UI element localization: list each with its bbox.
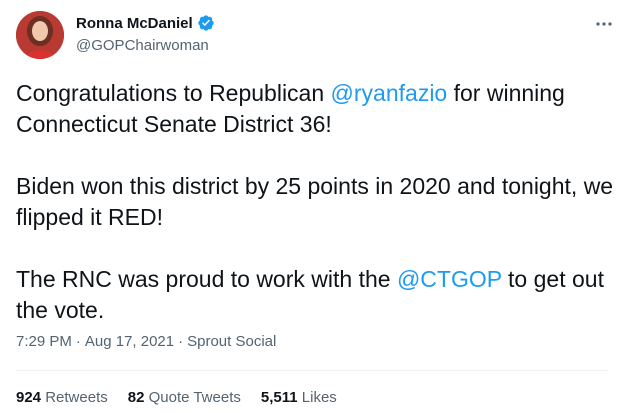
avatar[interactable] [16,11,64,59]
author-name-row: Ronna McDaniel [76,14,215,32]
tweet-paragraph: The RNC was proud to work with the @CTGO… [16,264,616,326]
profile-photo-icon [16,11,64,59]
tweet-paragraph: Biden won this district by 25 points in … [16,171,616,233]
tweet-text-segment: Congratulations to Republican [16,80,331,106]
tweet-text-segment: Biden won this district by 25 points in … [16,173,614,230]
mention-link[interactable]: @CTGOP [397,266,502,292]
meta-separator: · [75,333,81,350]
retweets-stat[interactable]: 924 Retweets [16,389,108,406]
tweet-stats: 924 Retweets 82 Quote Tweets 5,511 Likes [16,389,337,406]
quote-tweets-label: Quote Tweets [148,389,241,406]
tweet-paragraph: Congratulations to Republican @ryanfazio… [16,78,616,140]
quote-tweets-stat[interactable]: 82 Quote Tweets [128,389,241,406]
tweet-time[interactable]: 7:29 PM [16,333,72,350]
author-display-name[interactable]: Ronna McDaniel [76,15,193,32]
more-options-icon[interactable] [592,12,616,36]
likes-label: Likes [301,389,337,406]
tweet-meta: 7:29 PM · Aug 17, 2021 · Sprout Social [16,333,276,350]
tweet-source[interactable]: Sprout Social [187,333,276,350]
mention-link[interactable]: @ryanfazio [331,80,448,106]
retweets-label: Retweets [45,389,108,406]
divider [16,370,608,371]
retweets-count: 924 [16,389,42,406]
quote-tweets-count: 82 [127,389,145,406]
meta-separator: · [178,333,184,350]
author-handle[interactable]: @GOPChairwoman [76,37,209,54]
likes-stat[interactable]: 5,511 Likes [261,389,337,406]
tweet-body: Congratulations to Republican @ryanfazio… [16,78,616,357]
verified-badge-icon [197,14,215,32]
likes-count: 5,511 [260,389,298,406]
tweet-date[interactable]: Aug 17, 2021 [85,333,174,350]
tweet-text-segment: The RNC was proud to work with the [16,266,397,292]
